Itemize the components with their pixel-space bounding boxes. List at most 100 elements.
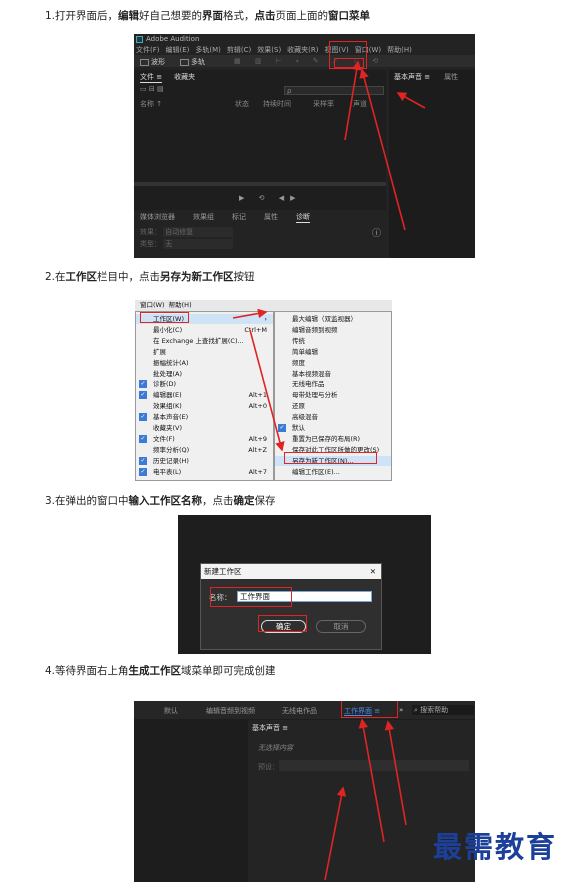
- workspace-submenu-item[interactable]: 最大编辑（双监视器）: [275, 314, 391, 324]
- transport-controls[interactable]: ▶ ⟲ ◀▶: [239, 194, 301, 202]
- workspace-submenu-item[interactable]: 重置为已保存的布局(R): [275, 434, 391, 444]
- window-menu-item[interactable]: ✓ 诊断(D): [136, 379, 273, 389]
- menu-multitrack[interactable]: 多轨(M): [195, 45, 221, 55]
- check-icon: ✓: [139, 380, 147, 389]
- files-scrollbar[interactable]: [134, 182, 386, 186]
- open-file-icon[interactable]: ▭: [140, 85, 147, 93]
- window-menu-item[interactable]: ✓ 文件(F) Alt+9: [136, 434, 273, 444]
- tab-properties-bottom[interactable]: 属性: [264, 212, 278, 223]
- essential-sound-title: 基本声音 ≡: [252, 724, 289, 732]
- help-search-input[interactable]: ⌕ 搜索帮助: [412, 705, 474, 715]
- window-menu-item[interactable]: 扩展: [136, 347, 273, 357]
- window-menu-item[interactable]: 在 Exchange 上查找扩展(C)...: [136, 336, 273, 346]
- files-panel-toolbar: ▭ ⊟ ▤: [140, 85, 164, 93]
- workspace-submenu-item[interactable]: 编辑音频到视频: [275, 325, 391, 335]
- highlight-ok: [258, 615, 307, 632]
- column-samplerate[interactable]: 采样率: [313, 99, 353, 109]
- check-icon: ✓: [139, 434, 147, 443]
- shortcut-label: Alt+Z: [248, 445, 267, 454]
- window-menu-item[interactable]: ✓ 电平表(L) Alt+7: [136, 467, 273, 477]
- window-menu-item[interactable]: ✓ 基本声音(E): [136, 412, 273, 422]
- preset-label: 预设：: [258, 763, 279, 771]
- window-menu-item[interactable]: 频率分析(Q) Alt+Z: [136, 445, 273, 455]
- workspace-submenu-item-label: 重置为已保存的布局(R): [292, 434, 361, 443]
- check-icon: ✓: [139, 456, 147, 465]
- workspace-submenu-item-label: 简单编辑: [292, 347, 318, 356]
- effect-select[interactable]: 自动修复: [163, 227, 234, 237]
- workspace-submenu-item[interactable]: 编辑工作区(E)...: [275, 467, 391, 477]
- cancel-button[interactable]: 取消: [316, 620, 366, 633]
- files-columns: 名称 ↑ 状态 持续时间 采样率 声道: [140, 99, 367, 109]
- new-file-icon[interactable]: ▤: [157, 85, 164, 93]
- tab-effects-rack[interactable]: 效果组: [193, 212, 214, 223]
- bottom-row-1: 效果： 自动修复: [140, 227, 234, 237]
- workspace-submenu-item[interactable]: 母带处理与分析: [275, 390, 391, 400]
- workspace-submenu-item[interactable]: 简单编辑: [275, 347, 391, 357]
- screenshot-workspace-tabs: 默认 编辑音频到视频 无线电作品 工作界面 ≡ » ⌕ 搜索帮助 基本声音 ≡ …: [134, 701, 475, 882]
- workspace-tab-edit-audio-video[interactable]: 编辑音频到视频: [206, 706, 255, 716]
- more-tabs-icon[interactable]: »: [399, 706, 403, 714]
- window-menu-item-label: 电平表(L): [153, 467, 182, 476]
- files-panel-tabs: 文件 ≡ 收藏夹: [140, 72, 195, 83]
- tab-media-browser[interactable]: 媒体浏览器: [140, 212, 175, 223]
- column-name[interactable]: 名称 ↑: [140, 99, 235, 109]
- workspace-submenu-item[interactable]: 高级混音: [275, 412, 391, 422]
- tab-properties[interactable]: 属性: [444, 72, 458, 82]
- menu-file[interactable]: 文件(F): [136, 45, 160, 55]
- window-menu-item[interactable]: 批处理(A): [136, 369, 273, 379]
- workspace-submenu-item[interactable]: 还原: [275, 401, 391, 411]
- highlight-toolbar-area: [334, 58, 364, 68]
- menu-clip[interactable]: 剪辑(C): [227, 45, 251, 55]
- menu-bar: 文件(F) 编辑(E) 多轨(M) 剪辑(C) 效果(S) 收藏夹(R) 视图(…: [136, 45, 412, 55]
- menu-help-header[interactable]: 帮助(H): [169, 301, 192, 309]
- workspace-submenu-item-label: 高级混音: [292, 413, 318, 422]
- info-icon[interactable]: ⓘ: [372, 226, 381, 239]
- workspace-tab-default[interactable]: 默认: [164, 706, 178, 716]
- files-search-input[interactable]: ρ: [284, 86, 384, 95]
- workspace-submenu-item[interactable]: 基本视频混音: [275, 369, 391, 379]
- type-select[interactable]: 无: [163, 239, 234, 249]
- screenshot-audition-main: Adobe Audition 文件(F) 编辑(E) 多轨(M) 剪辑(C) 效…: [134, 34, 475, 258]
- window-menu-item[interactable]: 最小化(C) Ctrl+M: [136, 325, 273, 335]
- menu-edit[interactable]: 编辑(E): [166, 45, 190, 55]
- check-icon: ✓: [139, 391, 147, 400]
- workspace-tab-radio[interactable]: 无线电作品: [282, 706, 317, 716]
- window-menu-item-label: 编辑器(E): [153, 391, 182, 400]
- column-channels[interactable]: 声道: [353, 99, 367, 109]
- window-menu-item-label: 文件(F): [153, 434, 175, 443]
- tab-files[interactable]: 文件 ≡: [140, 72, 163, 83]
- column-duration[interactable]: 持续时间: [263, 99, 313, 109]
- window-menu-dropdown: 工作区(W) › 最小化(C) Ctrl+M 在 Exchange 上查找扩展(C)..…: [135, 311, 274, 481]
- tab-essential-sound[interactable]: 基本声音 ≡: [394, 72, 430, 82]
- menu-window-open[interactable]: 窗口(W): [140, 301, 165, 309]
- workspace-submenu-item[interactable]: 无线电作品: [275, 379, 391, 389]
- menu-favorites[interactable]: 收藏夹(R): [287, 45, 318, 55]
- screenshot-window-menu: 窗口(W) 帮助(H) 工作区(W) › 最小化(C) Ctrl+M 在 Exchang…: [135, 300, 392, 481]
- close-icon[interactable]: ✕: [370, 564, 376, 579]
- workspace-submenu-item-label: 频度: [292, 358, 305, 367]
- workspace-submenu-item-label: 编辑工作区(E)...: [292, 467, 340, 476]
- tab-markers[interactable]: 标记: [232, 212, 246, 223]
- window-menu-item-label: 扩展: [153, 347, 166, 356]
- toolbar-multitrack-button[interactable]: 多轨: [180, 57, 205, 67]
- menu-effects[interactable]: 效果(S): [257, 45, 281, 55]
- window-menu-item[interactable]: 收藏夹(V): [136, 423, 273, 433]
- menu-help[interactable]: 帮助(H): [387, 45, 412, 55]
- window-menu-item[interactable]: 效果组(K) Alt+0: [136, 401, 273, 411]
- window-menu-item-label: 诊断(D): [153, 380, 177, 389]
- window-menu-item[interactable]: ✓ 编辑器(E) Alt+1: [136, 390, 273, 400]
- workspace-submenu-item[interactable]: 频度: [275, 358, 391, 368]
- workspace-submenu-item[interactable]: ✓ 默认: [275, 423, 391, 433]
- preset-select[interactable]: [279, 760, 469, 771]
- tab-favorites[interactable]: 收藏夹: [174, 72, 195, 83]
- right-panel: [389, 70, 475, 258]
- tab-diagnostics[interactable]: 诊断: [296, 212, 310, 223]
- column-status[interactable]: 状态: [235, 99, 263, 109]
- window-menu-item[interactable]: ✓ 历史记录(H): [136, 456, 273, 466]
- import-icon[interactable]: ⊟: [149, 85, 155, 93]
- workspace-submenu-item[interactable]: 传统: [275, 336, 391, 346]
- toolbar-waveform-button[interactable]: 波形: [140, 57, 165, 67]
- right-panel-tabs: 基本声音 ≡ 属性: [394, 72, 458, 82]
- window-menu-item[interactable]: 振幅统计(A): [136, 358, 273, 368]
- window-menu-item-label: 批处理(A): [153, 369, 183, 378]
